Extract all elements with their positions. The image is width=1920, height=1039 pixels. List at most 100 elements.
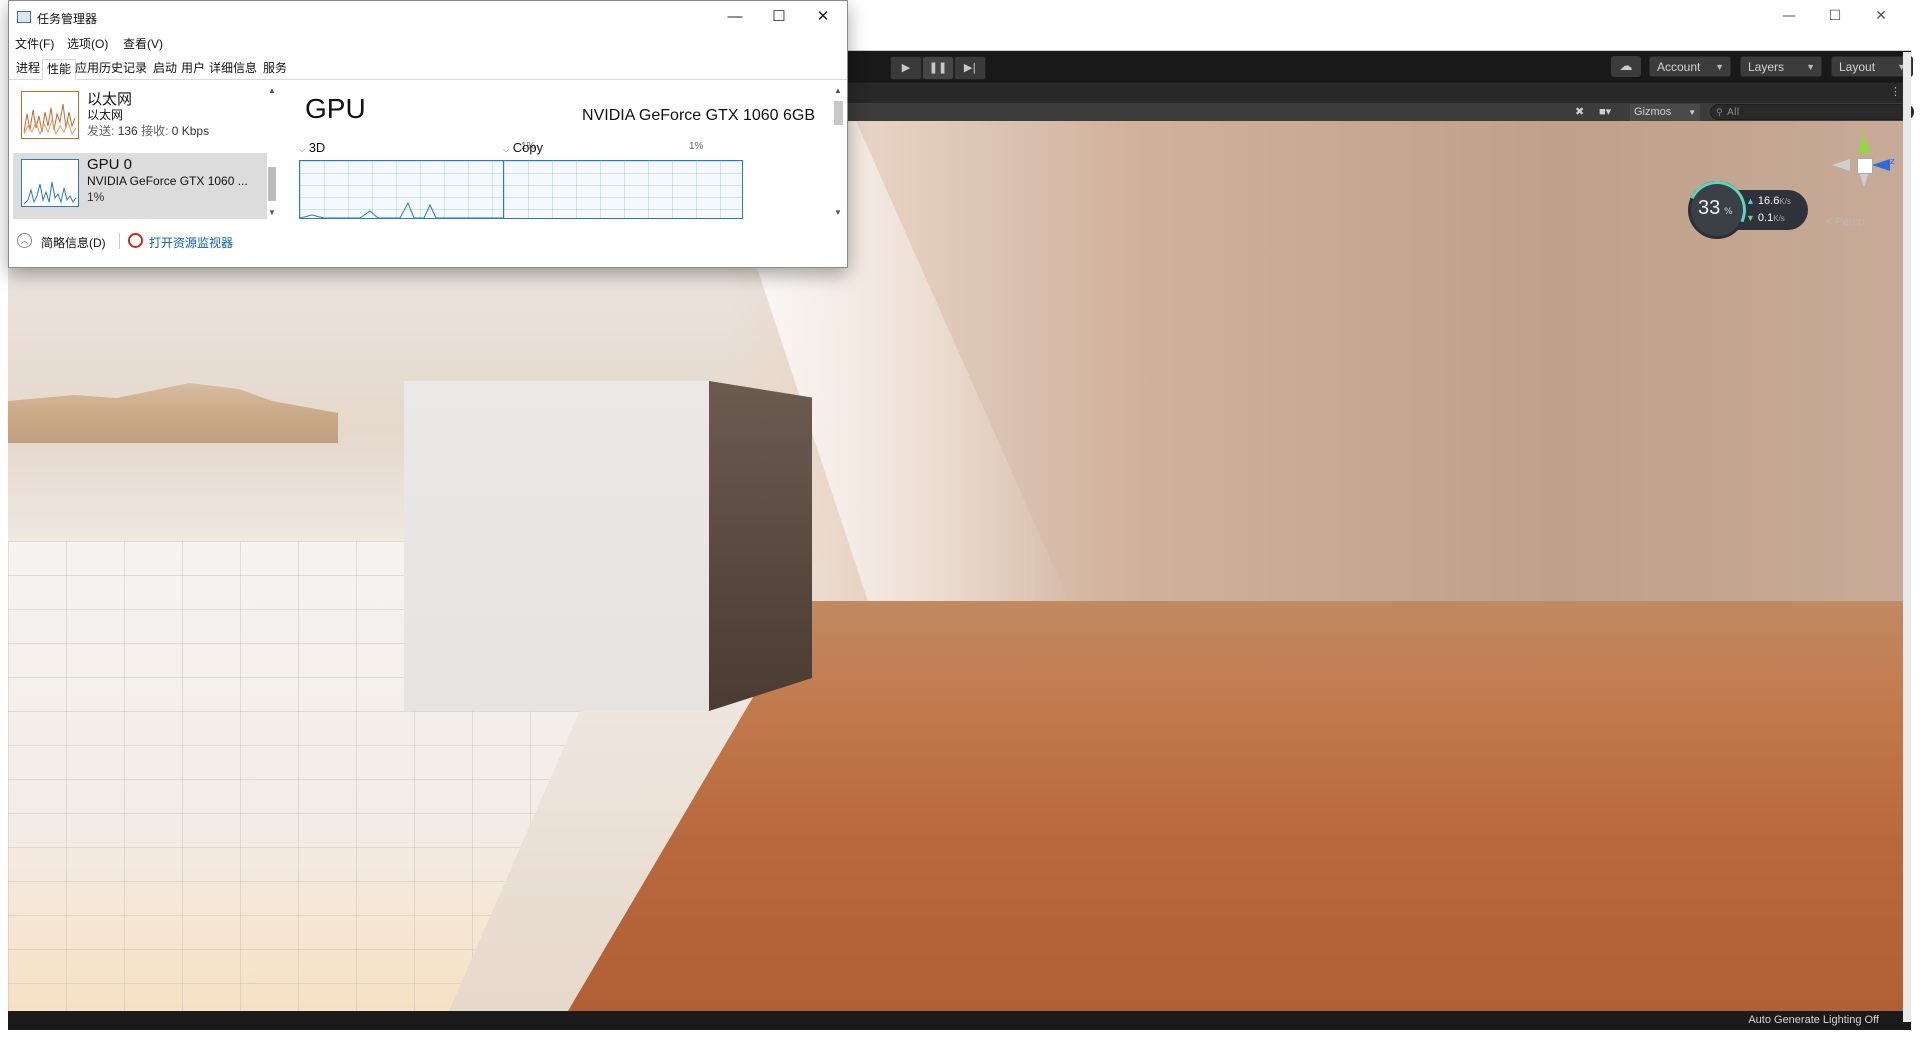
resource-subtitle: 以太网 bbox=[87, 108, 124, 122]
tm-title-bar[interactable]: 任务管理器 — ☐ ✕ bbox=[9, 1, 847, 33]
chevron-down-icon: ▼ bbox=[1688, 108, 1696, 117]
tm-footer: ︿ 简略信息(D) 打开资源监视器 bbox=[9, 227, 847, 253]
scene-search-placeholder: All bbox=[1727, 107, 1740, 118]
engine-selector-3d[interactable]: ⌵ 3D bbox=[299, 140, 325, 155]
menu-file[interactable]: 文件(F) bbox=[15, 35, 54, 52]
tools-icon[interactable]: ✖ bbox=[1575, 104, 1584, 121]
ethernet-thumbnail-graph bbox=[21, 91, 79, 139]
gizmo-y-axis-icon[interactable] bbox=[1858, 135, 1870, 153]
open-resource-monitor-link[interactable]: 打开资源监视器 bbox=[149, 234, 233, 251]
net-speeds-panel: ▲ 16.6K/s ▼ 0.1K/s bbox=[1736, 190, 1808, 230]
resource-monitor-icon[interactable] bbox=[128, 233, 143, 248]
projection-label[interactable]: < Persp bbox=[1826, 216, 1864, 228]
download-value: 0.1 bbox=[1757, 212, 1774, 224]
tab-processes[interactable]: 进程 bbox=[12, 59, 44, 79]
scene-cube-shadow-side bbox=[709, 381, 812, 711]
scene-cube bbox=[404, 381, 709, 711]
menu-options[interactable]: 选项(O) bbox=[67, 35, 108, 52]
footer-divider bbox=[119, 233, 120, 249]
usage-percent: 33 bbox=[1698, 197, 1721, 219]
tab-services[interactable]: 服务 bbox=[259, 59, 291, 79]
more-options-icon[interactable]: ⋮ bbox=[1890, 85, 1901, 98]
collapse-chevron-icon[interactable]: ︿ bbox=[17, 233, 32, 248]
layout-label: Layout bbox=[1839, 60, 1876, 74]
upload-value: 16.6 bbox=[1757, 195, 1780, 207]
engine-selector-copy[interactable]: ⌵ Copy bbox=[503, 140, 543, 155]
upload-unit: K/s bbox=[1779, 197, 1791, 206]
send-value: 136 bbox=[117, 124, 138, 138]
tm-minimize-button[interactable]: — bbox=[713, 5, 757, 29]
recv-label: 接收: bbox=[141, 124, 169, 138]
tm-gpu-panel: GPU NVIDIA GeForce GTX 1060 6GB ⌵ 3D 1% … bbox=[295, 83, 817, 219]
gizmo-z-label: z bbox=[1890, 157, 1895, 167]
gpu-model-name: NVIDIA GeForce GTX 1060 6GB bbox=[582, 107, 815, 124]
gizmos-dropdown[interactable]: Gizmos ▼ bbox=[1630, 104, 1700, 121]
gpu-thumbnail-graph bbox=[21, 159, 79, 207]
resource-detail: 1% bbox=[87, 190, 105, 204]
account-label: Account bbox=[1657, 60, 1701, 74]
engine-percent: 1% bbox=[689, 141, 704, 152]
task-manager-window: 任务管理器 — ☐ ✕ 文件(F) 选项(O) 查看(V) 进程 性能 应用历史… bbox=[8, 0, 848, 268]
cloud-icon[interactable]: ☁ bbox=[1611, 56, 1641, 77]
resource-subtitle: NVIDIA GeForce GTX 1060 ... bbox=[87, 174, 248, 188]
account-dropdown[interactable]: Account ▼ bbox=[1649, 56, 1731, 77]
tm-maximize-button[interactable]: ☐ bbox=[757, 5, 801, 29]
engine-graph-copy bbox=[503, 160, 743, 219]
step-button[interactable]: ▶| bbox=[954, 56, 986, 80]
unity-maximize-button[interactable]: ☐ bbox=[1812, 4, 1858, 28]
resource-ethernet[interactable]: 以太网 以太网 发送: 136 接收: 0 Kbps bbox=[13, 85, 267, 151]
upload-speed: ▲ 16.6K/s bbox=[1746, 195, 1791, 207]
layout-dropdown[interactable]: Layout ▼ bbox=[1831, 56, 1913, 77]
scroll-down-icon[interactable]: ▼ bbox=[265, 207, 279, 219]
tm-main-scrollbar[interactable]: ▲ ▼ bbox=[831, 83, 845, 219]
scroll-thumb[interactable] bbox=[834, 101, 843, 125]
gizmos-label: Gizmos bbox=[1634, 106, 1672, 118]
usage-percent-unit: % bbox=[1724, 207, 1733, 217]
tm-close-button[interactable]: ✕ bbox=[801, 5, 845, 29]
recv-value: 0 Kbps bbox=[171, 124, 210, 138]
tab-app-history[interactable]: 应用历史记录 bbox=[71, 59, 151, 79]
scroll-down-icon[interactable]: ▼ bbox=[831, 207, 845, 219]
menu-view[interactable]: 查看(V) bbox=[123, 35, 163, 52]
right-edge-scrollbar[interactable] bbox=[1903, 52, 1911, 1022]
unity-status-bar: Auto Generate Lighting Off bbox=[8, 1011, 1911, 1030]
engine-name: Copy bbox=[512, 140, 544, 155]
search-icon: ⚲ bbox=[1716, 108, 1723, 118]
unity-minimize-button[interactable]: — bbox=[1766, 4, 1812, 28]
play-button[interactable]: ▶ bbox=[890, 56, 922, 80]
pause-button[interactable]: ❚❚ bbox=[922, 56, 954, 80]
gizmo-x-axis-icon[interactable] bbox=[1832, 159, 1850, 171]
resource-title: GPU 0 bbox=[87, 156, 133, 173]
scroll-up-icon[interactable]: ▲ bbox=[265, 85, 279, 97]
network-speed-widget[interactable]: ▲ 16.6K/s ▼ 0.1K/s 33 % bbox=[1688, 181, 1816, 241]
layers-dropdown[interactable]: Layers ▼ bbox=[1740, 56, 1822, 77]
task-manager-app-icon bbox=[17, 11, 31, 23]
chevron-down-icon: ⌵ bbox=[299, 145, 306, 154]
chevron-down-icon: ▼ bbox=[1715, 62, 1724, 72]
gpu-panel-title: GPU bbox=[305, 93, 366, 124]
resource-gpu0[interactable]: GPU 0 NVIDIA GeForce GTX 1060 ... 1% bbox=[13, 153, 267, 219]
download-unit: K/s bbox=[1773, 214, 1785, 223]
orientation-gizmo[interactable]: y z bbox=[1828, 125, 1898, 209]
gizmo-z-axis-icon[interactable] bbox=[1872, 159, 1890, 171]
engine-name: 3D bbox=[308, 140, 326, 155]
tab-details[interactable]: 详细信息 bbox=[205, 59, 261, 79]
scroll-thumb[interactable] bbox=[268, 167, 276, 201]
camera-icon[interactable]: ■▾ bbox=[1599, 104, 1611, 121]
status-lighting-text: Auto Generate Lighting Off bbox=[1748, 1014, 1879, 1026]
arrow-down-icon: ▼ bbox=[1746, 213, 1755, 223]
tm-menu-bar: 文件(F) 选项(O) 查看(V) bbox=[9, 33, 847, 53]
arrow-up-icon: ▲ bbox=[1746, 196, 1755, 206]
tm-resource-list: 以太网 以太网 发送: 136 接收: 0 Kbps GPU 0 NVIDIA … bbox=[11, 83, 279, 219]
unity-close-button[interactable]: ✕ bbox=[1858, 4, 1904, 28]
scene-search-input[interactable]: ⚲ All bbox=[1710, 104, 1914, 120]
tm-title: 任务管理器 bbox=[37, 12, 98, 26]
scroll-up-icon[interactable]: ▲ bbox=[831, 85, 845, 97]
tm-sidebar-scrollbar[interactable]: ▲ ▼ bbox=[265, 83, 279, 219]
gizmo-y-label: y bbox=[1860, 125, 1866, 135]
send-label: 发送: bbox=[87, 124, 115, 138]
download-speed: ▼ 0.1K/s bbox=[1746, 212, 1785, 224]
tm-tab-strip: 进程 性能 应用历史记录 启动 用户 详细信息 服务 bbox=[9, 56, 847, 80]
brief-info-button[interactable]: 简略信息(D) bbox=[41, 234, 106, 251]
gizmo-center-cube[interactable] bbox=[1857, 158, 1873, 174]
